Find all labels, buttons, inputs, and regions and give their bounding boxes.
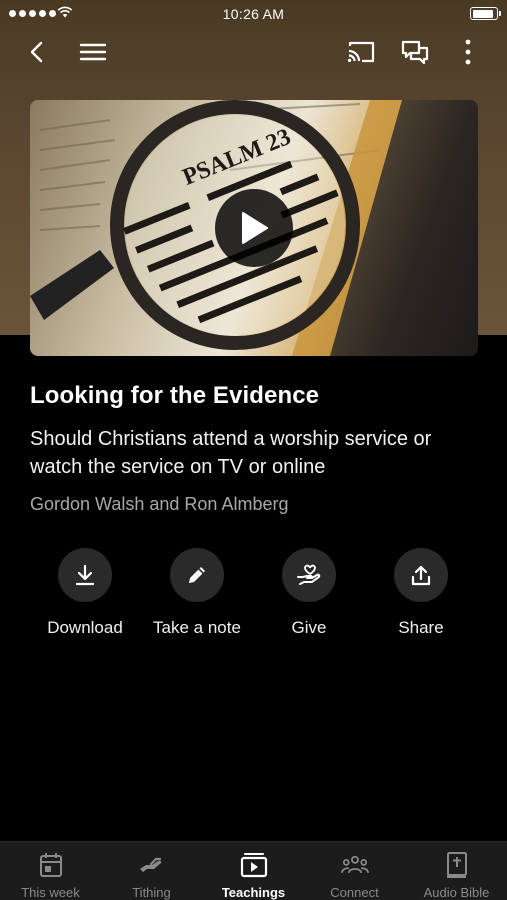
- give-button[interactable]: Give: [253, 548, 365, 638]
- download-circle: [58, 548, 112, 602]
- tab-label-tithing: Tithing: [132, 885, 171, 900]
- take-note-button[interactable]: Take a note: [141, 548, 253, 638]
- people-group-icon: [340, 851, 369, 879]
- tab-label-this-week: This week: [21, 885, 80, 900]
- teaching-thumbnail[interactable]: PSALM 23: [30, 100, 478, 356]
- heart-hand-icon: [297, 564, 321, 585]
- share-circle: [394, 548, 448, 602]
- take-note-circle: [170, 548, 224, 602]
- video-play-icon: [240, 851, 268, 879]
- calendar-icon: [37, 851, 65, 879]
- tithing-hand-icon: [138, 851, 166, 879]
- more-vertical-icon: [465, 39, 471, 65]
- tab-label-audio-bible: Audio Bible: [423, 885, 490, 900]
- give-label: Give: [291, 618, 327, 637]
- chevron-left-icon: [30, 41, 43, 63]
- back-button[interactable]: [20, 34, 56, 70]
- teaching-authors: Gordon Walsh and Ron Almberg: [30, 494, 289, 514]
- chat-bubbles-icon: [401, 40, 429, 64]
- play-icon: [242, 212, 268, 244]
- download-label: Download: [47, 618, 123, 637]
- share-label: Share: [398, 618, 444, 637]
- pencil-icon: [189, 567, 205, 583]
- cast-icon: [348, 41, 375, 63]
- tab-label-connect: Connect: [330, 885, 379, 900]
- tab-teachings[interactable]: Teachings: [203, 842, 304, 900]
- tab-connect[interactable]: Connect: [304, 842, 405, 900]
- bottom-tab-bar: This week Tithing Teachings Connect Audi…: [0, 841, 507, 900]
- download-button[interactable]: Download: [29, 548, 141, 638]
- action-row: Download Take a note Give Share: [0, 548, 507, 648]
- share-button[interactable]: Share: [365, 548, 477, 638]
- download-icon: [75, 564, 95, 586]
- take-note-label: Take a note: [153, 618, 241, 637]
- battery-icon: [470, 7, 501, 20]
- bible-book-icon: [443, 851, 471, 879]
- tab-this-week[interactable]: This week: [0, 842, 101, 900]
- play-button[interactable]: [215, 189, 293, 267]
- share-icon: [411, 565, 431, 586]
- give-circle: [282, 548, 336, 602]
- tab-audio-bible[interactable]: Audio Bible: [406, 842, 507, 900]
- teaching-subtitle: Should Christians attend a worship servi…: [30, 428, 432, 478]
- more-options-button[interactable]: [450, 34, 486, 70]
- chat-button[interactable]: [397, 34, 433, 70]
- menu-button[interactable]: [75, 34, 111, 70]
- tab-label-teachings: Teachings: [221, 885, 286, 900]
- cast-button[interactable]: [343, 34, 379, 70]
- status-bar: 10:26 AM: [0, 0, 507, 28]
- hamburger-menu-icon: [79, 43, 107, 61]
- tab-tithing[interactable]: Tithing: [101, 842, 202, 900]
- teaching-title: Looking for the Evidence: [30, 382, 320, 409]
- status-time: 10:26 AM: [222, 6, 285, 22]
